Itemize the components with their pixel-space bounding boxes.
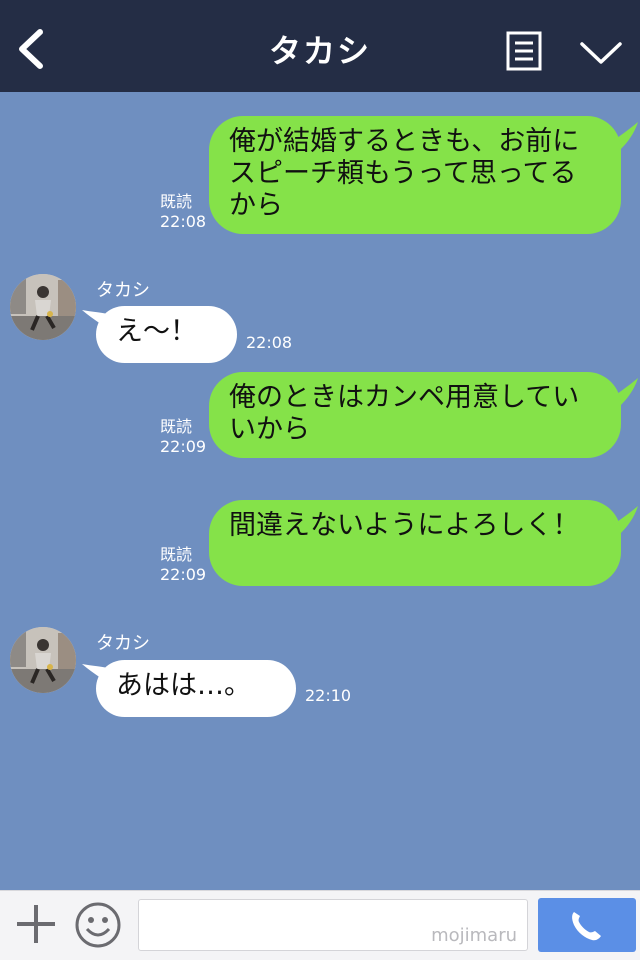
message-time: 22:08 [246, 333, 293, 352]
message-input[interactable]: mojimaru [138, 899, 528, 951]
avatar-photo [10, 274, 76, 340]
input-bar: mojimaru [0, 890, 640, 960]
plus-icon[interactable] [14, 902, 58, 946]
message-text: 俺のときはカンペ用意していいから [229, 382, 580, 445]
message-bubble-sent[interactable]: 俺が結婚するときも、お前にスピーチ頼もうって思ってるから [209, 116, 621, 234]
read-status: 既読 22:09 [160, 545, 206, 585]
call-button[interactable] [538, 898, 636, 952]
message-text: 俺が結婚するときも、お前にスピーチ頼もうって思ってるから [229, 126, 580, 221]
smiley-icon[interactable] [74, 901, 122, 949]
read-label: 既読 [160, 545, 193, 564]
avatar[interactable] [10, 627, 76, 693]
phone-icon [572, 912, 601, 941]
read-status: 既読 22:08 [160, 192, 206, 232]
message-bubble-sent[interactable]: 俺のときはカンペ用意していいから [209, 372, 621, 458]
chat-title: タカシ [268, 32, 371, 70]
sender-name: タカシ [96, 633, 150, 654]
message-text: 間違えないようによろしく！ [229, 510, 580, 541]
read-label: 既読 [160, 192, 193, 211]
message-text: え〜！ [116, 316, 197, 347]
message-bubble-received[interactable]: あはは…。 [96, 660, 296, 717]
message-time: 22:08 [160, 212, 207, 231]
chevron-down-icon[interactable] [578, 36, 624, 70]
chat-header: タカシ [0, 0, 640, 92]
input-watermark: mojimaru [431, 925, 517, 946]
avatar-photo [10, 627, 76, 693]
read-label: 既読 [160, 417, 193, 436]
chat-area[interactable]: 既読 22:08 俺が結婚するときも、お前にスピーチ頼もうって思ってるから タカ… [0, 92, 640, 890]
message-bubble-received[interactable]: え〜！ [96, 306, 237, 363]
avatar[interactable] [10, 274, 76, 340]
message-time: 22:10 [305, 686, 352, 705]
message-time: 22:09 [160, 437, 207, 456]
message-text: あはは…。 [116, 670, 251, 701]
sender-name: タカシ [96, 280, 150, 301]
document-list-icon[interactable] [506, 31, 542, 71]
message-bubble-sent[interactable]: 間違えないようによろしく！ [209, 500, 621, 586]
read-status: 既読 22:09 [160, 417, 206, 457]
message-time: 22:09 [160, 565, 207, 584]
